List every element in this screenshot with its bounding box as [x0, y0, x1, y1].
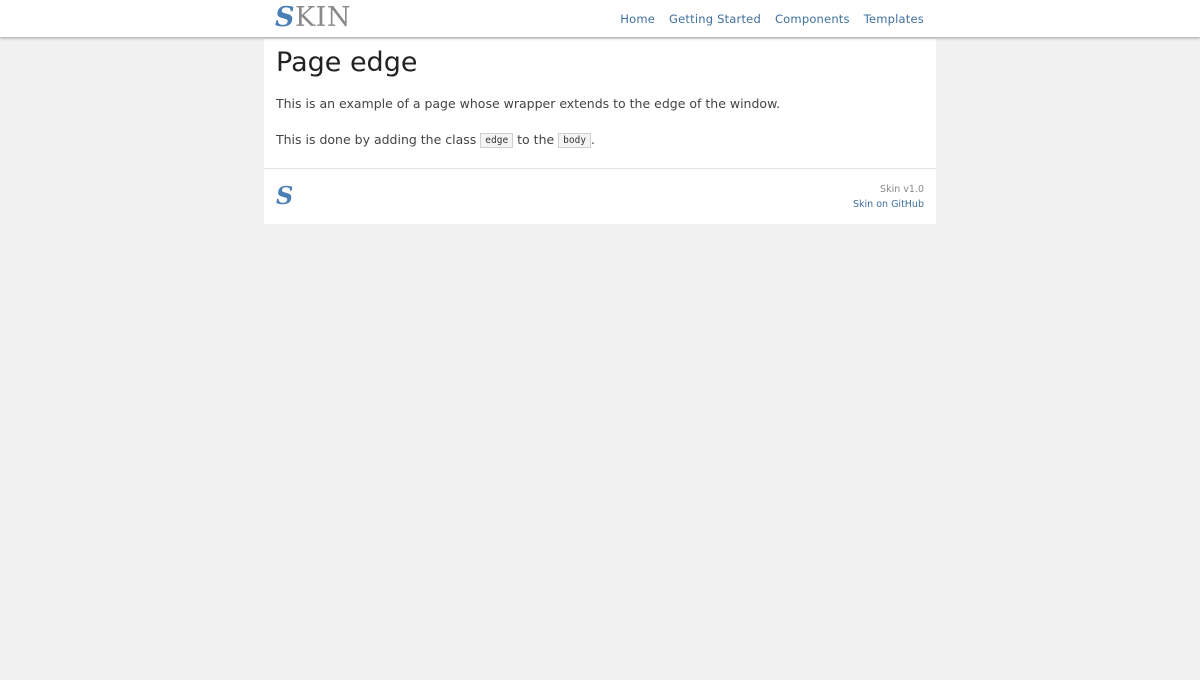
top-navbar: S KIN Home Getting Started Components Tem…	[0, 0, 1200, 37]
nav-getting-started-link[interactable]: Getting Started	[669, 12, 761, 26]
explanation-text-middle: to the	[513, 132, 559, 147]
navbar-container: S KIN Home Getting Started Components Tem…	[264, 0, 936, 37]
page-title: Page edge	[276, 47, 418, 78]
explanation-text-after: .	[591, 132, 596, 147]
nav-components-link[interactable]: Components	[775, 12, 850, 26]
explanation-text-before: This is done by adding the class	[276, 132, 481, 147]
nav-home-link[interactable]: Home	[620, 12, 655, 26]
intro-paragraph: This is an example of a page whose wrapp…	[276, 96, 781, 111]
explanation-paragraph: This is done by adding the class edge to…	[276, 132, 596, 148]
version-text: Skin v1.0	[880, 184, 924, 195]
nav-templates-link[interactable]: Templates	[864, 12, 924, 26]
main-nav: Home Getting Started Components Template…	[620, 0, 924, 37]
footer-links: Skin v1.0 Skin on GitHub	[853, 182, 924, 212]
skin-s-logo-icon: S	[276, 181, 294, 210]
footer-divider	[264, 168, 936, 169]
logo-initial: S	[275, 2, 295, 33]
logo-text: KIN	[295, 2, 351, 33]
code-edge: edge	[480, 133, 514, 148]
code-body: body	[558, 133, 592, 148]
skin-logo-icon[interactable]: S KIN	[275, 3, 351, 33]
github-link[interactable]: Skin on GitHub	[853, 197, 924, 212]
page-wrapper: Page edge This is an example of a page w…	[264, 39, 936, 224]
